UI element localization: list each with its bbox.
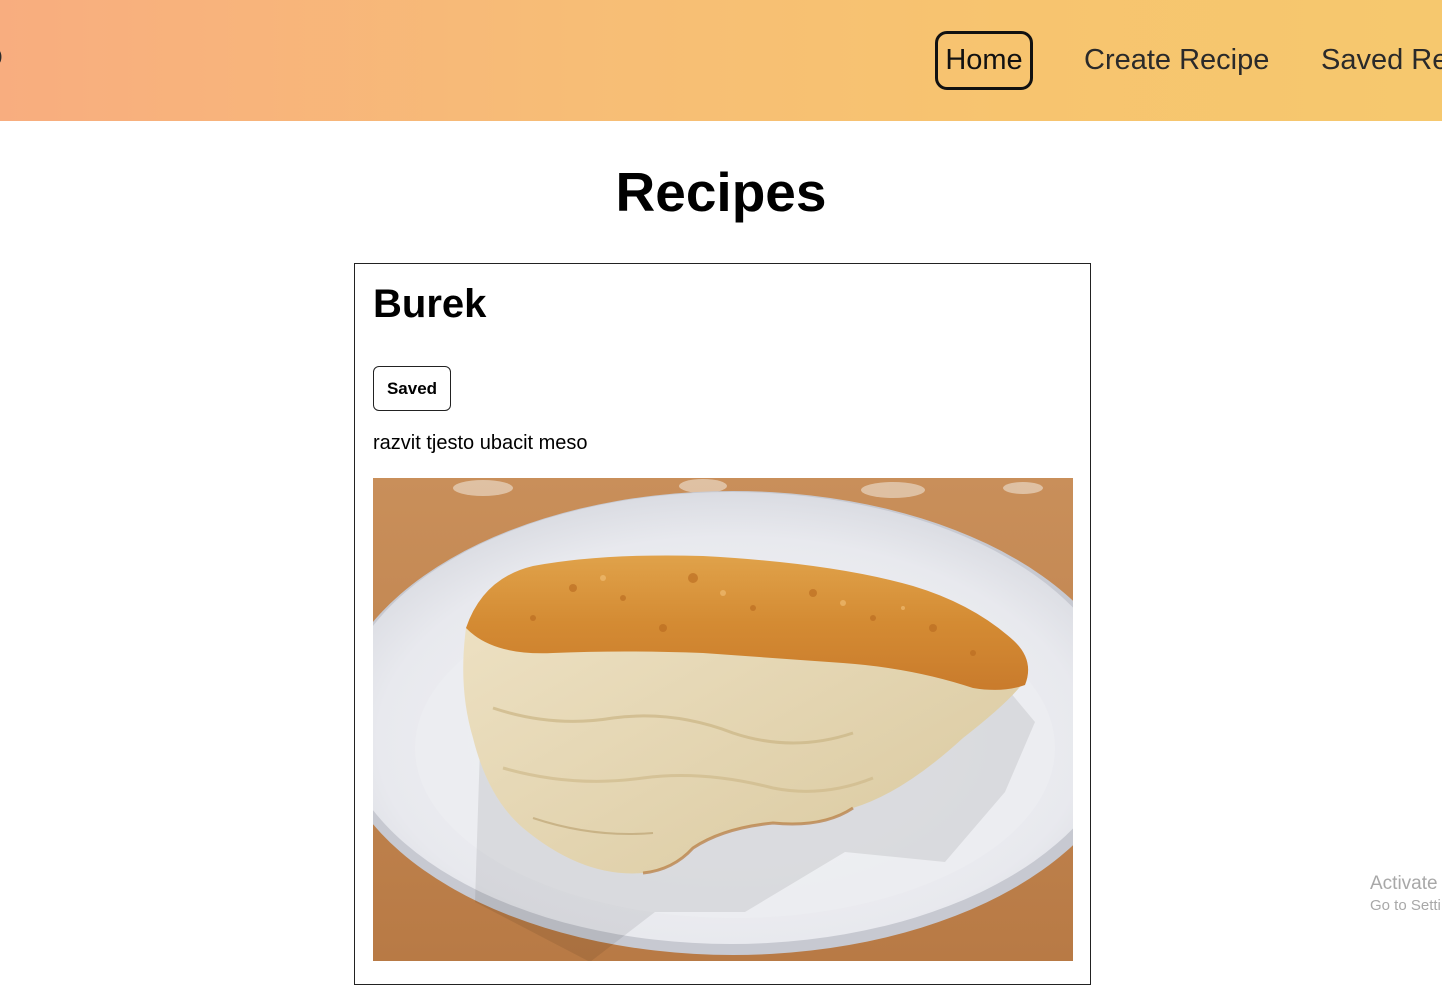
recipe-image bbox=[373, 478, 1073, 961]
saved-button[interactable]: Saved bbox=[373, 366, 451, 411]
recipe-instructions: razvit tjesto ubacit meso bbox=[373, 432, 588, 454]
nav-home-link[interactable]: Home bbox=[935, 31, 1033, 90]
windows-activation-watermark: Activate Go to Setti bbox=[1370, 873, 1441, 914]
recipe-name: Burek bbox=[373, 282, 487, 326]
page-title: Recipes bbox=[615, 161, 827, 223]
brand-logo[interactable]: o bbox=[0, 36, 3, 75]
nav-saved-recipes-link[interactable]: Saved Re bbox=[1321, 34, 1442, 87]
watermark-line-2: Go to Setti bbox=[1370, 897, 1441, 914]
nav-create-recipe-link[interactable]: Create Recipe bbox=[1084, 34, 1269, 87]
watermark-line-1: Activate bbox=[1370, 873, 1438, 894]
navbar: o Home Create Recipe Saved Re bbox=[0, 0, 1442, 121]
recipe-card: Burek Saved razvit tjesto ubacit meso bbox=[354, 263, 1091, 985]
